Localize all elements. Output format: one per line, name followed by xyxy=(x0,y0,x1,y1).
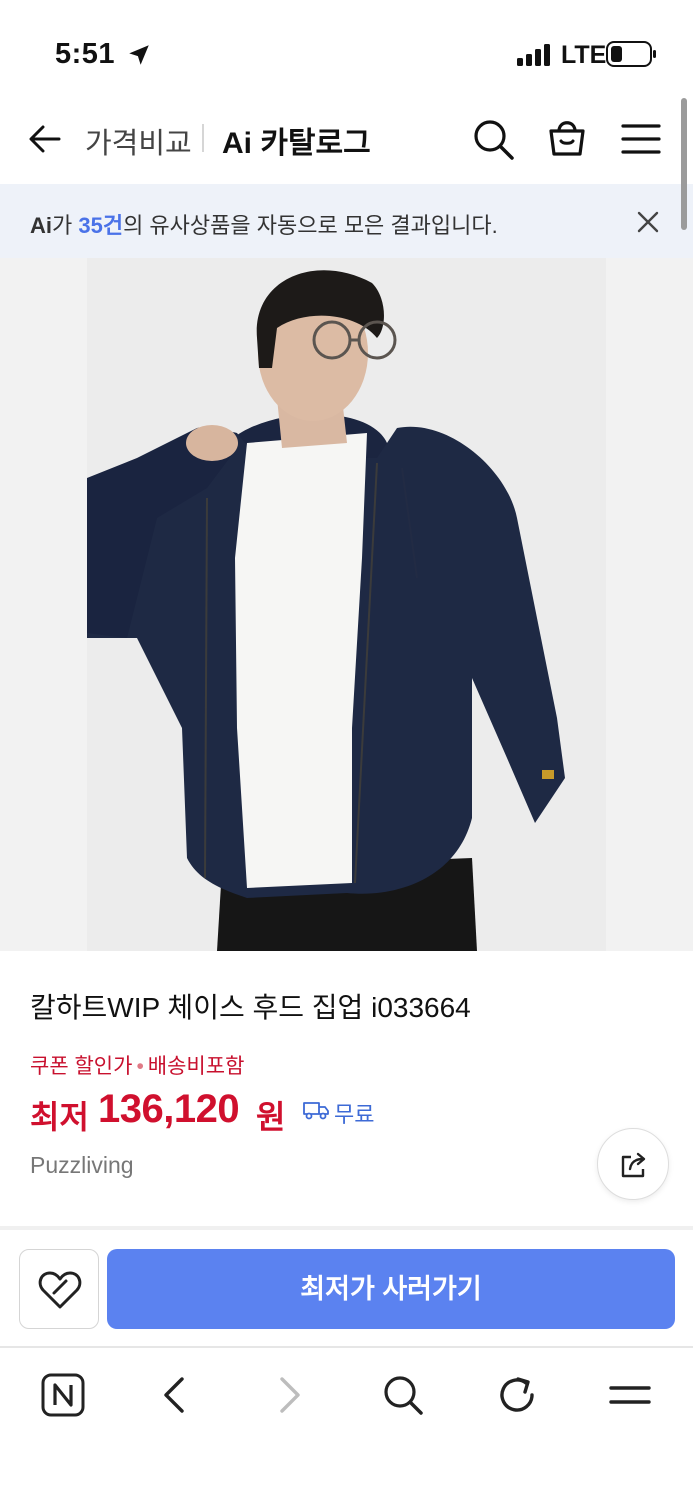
back-chevron-icon[interactable] xyxy=(152,1372,198,1418)
free-shipping-label: 무료 xyxy=(334,1102,375,1127)
price-value: 136,120 xyxy=(98,1087,240,1131)
signal-icon xyxy=(517,44,550,66)
delivery-truck-icon xyxy=(303,1102,329,1120)
coupon-price-tag: 쿠폰 할인가 xyxy=(30,1055,133,1078)
price-tags: 쿠폰 할인가 • 배송비포함 xyxy=(30,1050,244,1080)
network-label: LTE xyxy=(561,41,607,69)
search-icon[interactable] xyxy=(470,116,516,162)
buy-lowest-price-button[interactable]: 최저가 사러가기 xyxy=(107,1249,675,1329)
section-divider xyxy=(0,1226,693,1230)
page-title: Ai 카탈로그 xyxy=(222,127,371,160)
shopping-bag-icon[interactable] xyxy=(544,114,590,160)
banner-ai-label: Ai xyxy=(30,213,52,238)
breadcrumb-divider xyxy=(202,124,204,152)
browser-toolbar xyxy=(0,1348,693,1500)
seller-name[interactable]: Puzzliving xyxy=(30,1152,134,1179)
top-navigation: 가격비교 Ai 카탈로그 xyxy=(0,100,693,184)
naver-home-icon[interactable] xyxy=(40,1372,86,1418)
breadcrumb-price-compare[interactable]: 가격비교 xyxy=(85,120,192,162)
location-arrow-icon xyxy=(129,45,149,65)
battery-icon xyxy=(606,41,656,67)
banner-text-before-count: 가 xyxy=(52,213,79,238)
page-scrollbar[interactable] xyxy=(681,98,687,230)
tag-separator: • xyxy=(136,1055,144,1078)
similar-count[interactable]: 35건 xyxy=(78,213,123,238)
shipping-included-tag: 배송비포함 xyxy=(147,1055,245,1078)
product-image[interactable] xyxy=(87,258,606,951)
hamburger-menu-icon[interactable] xyxy=(620,120,662,158)
status-bar: 5:51 LTE xyxy=(0,0,693,100)
ai-notice-banner: Ai가 35건의 유사상품을 자동으로 모은 결과입니다. xyxy=(0,184,693,258)
lowest-price-label: 최저 xyxy=(30,1099,89,1135)
close-icon[interactable] xyxy=(634,208,662,236)
wishlist-button[interactable] xyxy=(19,1249,99,1329)
menu-icon[interactable] xyxy=(607,1372,653,1418)
banner-text: Ai가 35건의 유사상품을 자동으로 모은 결과입니다. xyxy=(30,208,498,240)
product-image-area xyxy=(0,258,693,951)
banner-text-suffix: 의 유사상품을 자동으로 모은 결과입니다. xyxy=(123,213,498,238)
heart-icon xyxy=(38,1271,82,1309)
share-icon xyxy=(621,1152,646,1178)
search-icon[interactable] xyxy=(380,1372,426,1418)
status-time: 5:51 xyxy=(55,38,116,70)
forward-chevron-icon[interactable] xyxy=(266,1372,312,1418)
share-button[interactable] xyxy=(597,1128,669,1200)
back-arrow-icon[interactable] xyxy=(26,120,64,158)
price-unit: 원 xyxy=(256,1099,286,1135)
product-title: 칼하트WIP 체이스 후드 집업 i033664 xyxy=(30,992,471,1023)
refresh-icon[interactable] xyxy=(494,1372,540,1418)
